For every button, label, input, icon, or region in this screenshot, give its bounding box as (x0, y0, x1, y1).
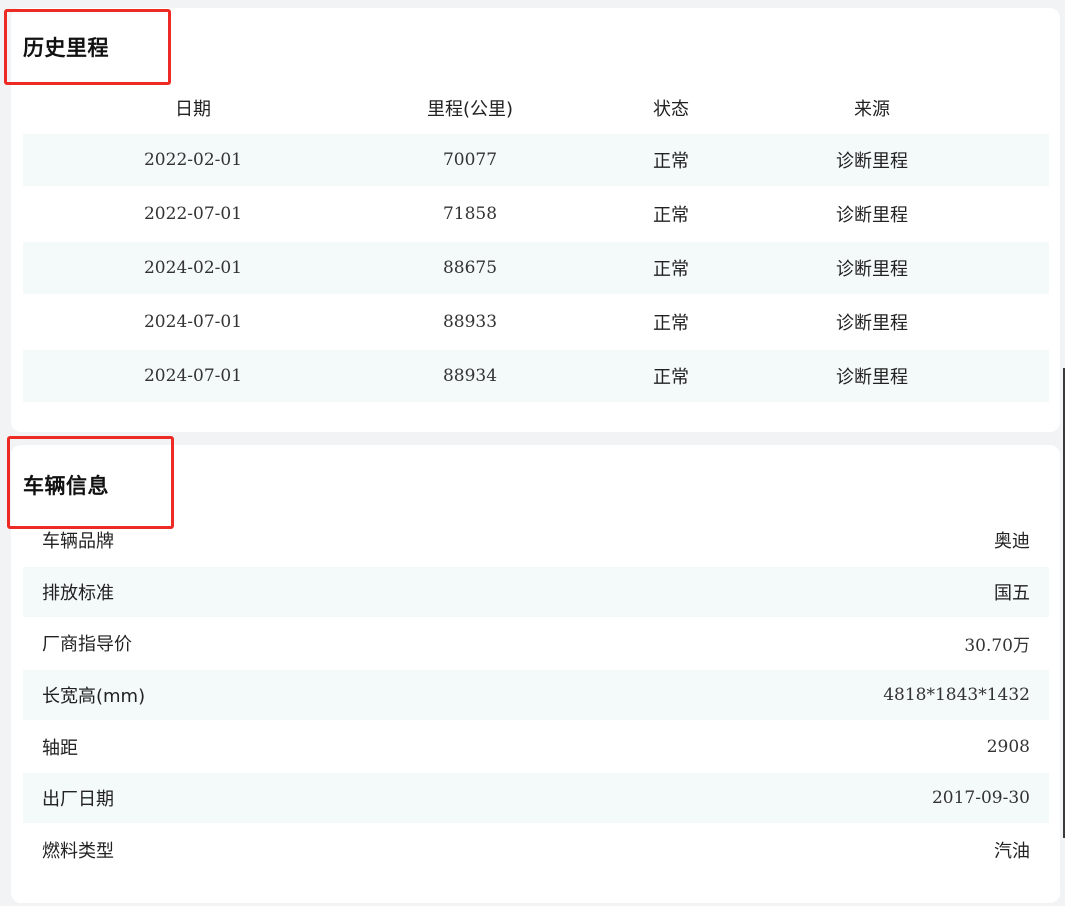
column-header-mileage: 里程(公里) (426, 99, 514, 120)
table-row: 2022-07-01 71858 正常 诊断里程 (23, 188, 1049, 240)
info-row-msrp: 厂商指导价 30.70万 (23, 618, 1049, 668)
row-status: 正常 (653, 151, 689, 172)
table-row: 2024-07-01 88933 正常 诊断里程 (23, 296, 1049, 348)
info-label: 燃料类型 (42, 841, 114, 863)
info-value: 2017-09-30 (931, 788, 1030, 809)
info-value: 30.70万 (964, 635, 1030, 656)
row-date: 2024-07-01 (143, 312, 243, 332)
highlight-box-history (4, 9, 171, 85)
table-row: 2024-07-01 88934 正常 诊断里程 (23, 350, 1049, 402)
column-header-date: 日期 (175, 99, 211, 120)
row-date: 2024-07-01 (143, 366, 243, 386)
table-row: 2022-02-01 70077 正常 诊断里程 (23, 134, 1049, 186)
info-label: 厂商指导价 (42, 634, 132, 656)
row-date: 2022-07-01 (143, 204, 243, 224)
info-label: 排放标准 (42, 582, 114, 604)
info-row-emission-standard: 排放标准 国五 (23, 566, 1049, 617)
highlight-box-vehicle (7, 436, 174, 529)
mileage-table: 2022-02-01 70077 正常 诊断里程 2022-07-01 7185… (23, 134, 1049, 404)
info-value: 2908 (986, 736, 1030, 757)
info-value: 汽油 (994, 841, 1030, 863)
row-mileage: 88675 (442, 258, 498, 278)
row-source: 诊断里程 (836, 205, 908, 226)
info-value: 国五 (994, 582, 1030, 604)
row-mileage: 88933 (442, 312, 498, 332)
row-status: 正常 (653, 205, 689, 226)
info-row-fuel-type: 燃料类型 汽油 (23, 825, 1049, 875)
row-date: 2022-02-01 (143, 150, 243, 170)
column-header-status: 状态 (653, 99, 689, 120)
info-value: 奥迪 (994, 531, 1030, 552)
mileage-table-header: 日期 里程(公里) 状态 来源 (23, 90, 1049, 126)
table-row: 2024-02-01 88675 正常 诊断里程 (23, 242, 1049, 294)
row-source: 诊断里程 (836, 313, 908, 334)
row-status: 正常 (653, 367, 689, 388)
row-mileage: 71858 (442, 204, 498, 224)
row-date: 2024-02-01 (143, 258, 243, 278)
info-row-wheelbase: 轴距 2908 (23, 722, 1049, 772)
row-source: 诊断里程 (836, 259, 908, 280)
column-header-source: 来源 (854, 99, 890, 120)
row-source: 诊断里程 (836, 151, 908, 172)
row-status: 正常 (653, 259, 689, 280)
info-label: 出厂日期 (42, 789, 114, 811)
row-mileage: 88934 (442, 366, 498, 386)
info-row-manufacture-date: 出厂日期 2017-09-30 (23, 773, 1049, 824)
info-label: 长宽高(mm) (42, 686, 146, 708)
info-row-dimensions: 长宽高(mm) 4818*1843*1432 (23, 670, 1049, 721)
row-source: 诊断里程 (836, 367, 908, 388)
info-row-brand: 车辆品牌 奥迪 (23, 515, 1049, 565)
row-status: 正常 (653, 313, 689, 334)
info-value: 4818*1843*1432 (883, 685, 1030, 706)
row-mileage: 70077 (442, 150, 498, 170)
info-label: 轴距 (42, 737, 78, 759)
vehicle-info-list: 车辆品牌 奥迪 排放标准 国五 厂商指导价 30.70万 长宽高(mm) 481… (23, 515, 1049, 877)
